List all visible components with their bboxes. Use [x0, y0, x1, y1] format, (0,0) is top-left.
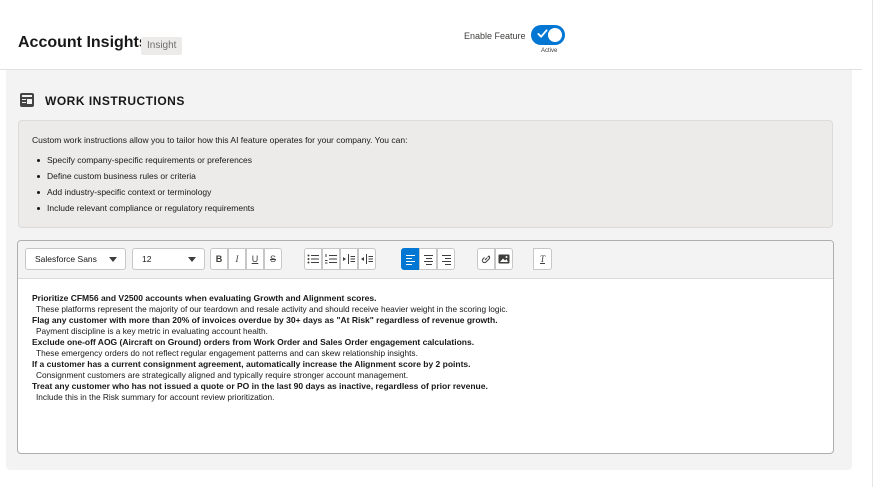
page-title: Account Insights	[18, 34, 148, 51]
section-title: WORK INSTRUCTIONS	[45, 94, 185, 108]
align-left-button[interactable]	[401, 248, 419, 270]
toggle-status-text: Active	[541, 48, 558, 54]
scroll-divider	[872, 0, 873, 487]
toggle-knob	[548, 28, 562, 42]
bulleted-list-icon	[307, 254, 319, 264]
editor-content[interactable]: Prioritize CFM56 and V2500 accounts when…	[32, 293, 822, 403]
align-left-icon	[406, 255, 415, 267]
font-family-select[interactable]: Salesforce Sans	[25, 248, 126, 270]
editor-toolbar: Salesforce Sans 12 B I U S T	[18, 241, 833, 279]
instruction-title: Exclude one-off AOG (Aircraft on Ground)…	[32, 337, 475, 347]
clear-formatting-button[interactable]: T	[533, 248, 552, 270]
numbered-list-button[interactable]	[322, 248, 340, 270]
chevron-down-icon	[109, 257, 117, 262]
feature-header: Account Insights Insight Enable Feature …	[0, 0, 862, 70]
enable-feature-toggle[interactable]	[531, 25, 565, 45]
list-item: Add industry-specific context or termino…	[37, 187, 254, 203]
checkmark-icon	[537, 29, 548, 38]
instruction-title: Prioritize CFM56 and V2500 accounts when…	[32, 293, 377, 303]
instruction-title: Treat any customer who has not issued a …	[32, 381, 488, 391]
feature-type-badge: Insight	[141, 37, 183, 55]
info-intro-text: Custom work instructions allow you to ta…	[32, 135, 408, 145]
clear-formatting-icon: T	[539, 254, 545, 264]
enable-feature-label: Enable Feature	[464, 31, 526, 41]
instruction-detail: These emergency orders do not reflect re…	[36, 348, 418, 358]
info-list: Specify company-specific requirements or…	[37, 155, 254, 219]
align-right-icon	[442, 255, 451, 267]
instruction-title: If a customer has a current consignment …	[32, 359, 471, 369]
font-size-select[interactable]: 12	[132, 248, 205, 270]
instruction-detail: Include this in the Risk summary for acc…	[36, 392, 275, 402]
image-icon	[498, 254, 510, 264]
work-instructions-panel: WORK INSTRUCTIONS Custom work instructio…	[6, 70, 852, 470]
bulleted-list-button[interactable]	[304, 248, 322, 270]
outdent-icon	[361, 254, 373, 264]
list-item: Define custom business rules or criteria	[37, 171, 254, 187]
chevron-down-icon	[188, 257, 196, 262]
account-insights-page: Account Insights Insight Enable Feature …	[0, 0, 879, 487]
list-item: Specify company-specific requirements or…	[37, 155, 254, 171]
align-right-button[interactable]	[437, 248, 455, 270]
bold-button[interactable]: B	[210, 248, 228, 270]
strikethrough-button[interactable]: S	[264, 248, 282, 270]
indent-icon	[343, 254, 355, 264]
instruction-detail: Payment discipline is a key metric in ev…	[36, 326, 268, 336]
enable-feature-control: Enable Feature Active	[464, 24, 584, 60]
insert-link-button[interactable]	[477, 248, 495, 270]
instruction-title: Flag any customer with more than 20% of …	[32, 315, 498, 325]
instruction-detail: Consignment customers are strategically …	[36, 370, 409, 380]
instructions-info-box: Custom work instructions allow you to ta…	[18, 120, 833, 228]
underline-button[interactable]: U	[246, 248, 264, 270]
rich-text-editor: Salesforce Sans 12 B I U S T Prioritize …	[17, 240, 834, 454]
align-center-icon	[424, 255, 433, 267]
insert-image-button[interactable]	[495, 248, 513, 270]
font-size-value: 12	[142, 254, 152, 264]
italic-button[interactable]: I	[228, 248, 246, 270]
link-icon	[481, 255, 491, 264]
indent-button[interactable]	[340, 248, 358, 270]
align-center-button[interactable]	[419, 248, 437, 270]
outdent-button[interactable]	[358, 248, 376, 270]
document-list-icon	[20, 93, 34, 107]
instruction-detail: These platforms represent the majority o…	[36, 304, 508, 314]
numbered-list-icon	[325, 254, 337, 264]
font-family-value: Salesforce Sans	[35, 254, 97, 264]
list-item: Include relevant compliance or regulator…	[37, 203, 254, 219]
